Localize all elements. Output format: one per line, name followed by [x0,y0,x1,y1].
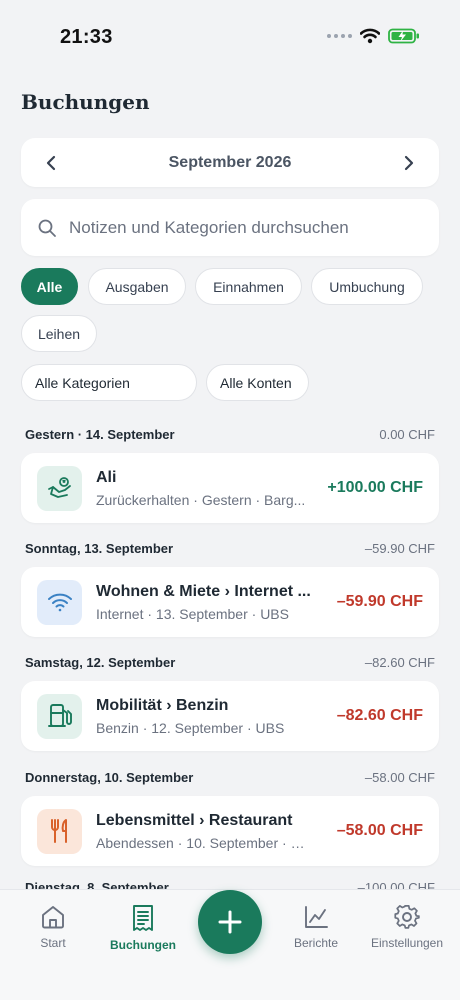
previous-month-button[interactable] [39,151,63,175]
month-label: September 2026 [168,153,292,171]
chart-icon [305,906,328,928]
transaction-amount: –82.60 CHF [336,707,423,724]
transaction-subtitle: Internet · 13. September · UBS [96,605,289,622]
day-label: Gestern · 14. September [25,427,175,442]
tab-label: Berichte [293,936,339,950]
status-bar: 21:33 [0,0,460,76]
transaction-title: Mobilität › Benzin [96,696,229,714]
day-label: Samstag, 12. September [25,655,176,670]
day-total: 0.00 CHF [379,427,435,442]
transaction-amount: –59.90 CHF [336,593,423,610]
page-title: Buchungen [21,90,150,114]
transaction-row[interactable]: Lebensmittel › Restaurant Abendessen · 1… [21,796,439,866]
day-total: –82.60 CHF [364,655,435,670]
status-time: 21:33 [60,26,113,48]
tab-buchungen[interactable]: Buchungen [97,904,189,952]
transaction-subtitle: Abendessen · 10. September · Ba... [96,834,306,851]
plus-icon [218,910,242,934]
add-transaction-button[interactable] [198,890,262,954]
transaction-title: Lebensmittel › Restaurant [96,811,293,829]
transaction-amount: +100.00 CHF [327,479,423,496]
day-total: –59.90 CHF [364,541,435,556]
search-box [21,199,439,256]
filter-chip-ausgaben[interactable]: Ausgaben [88,268,186,305]
account-filter[interactable]: Alle Konten [206,364,309,401]
transaction-row[interactable]: Ali Zurückerhalten · Gestern · Barg... +… [21,453,439,523]
filter-chip-einnahmen[interactable]: Einnahmen [195,268,302,305]
gear-icon [394,904,420,929]
transaction-amount: –58.00 CHF [336,822,423,839]
wifi-status-icon [360,28,380,44]
hand-money-icon [37,465,82,511]
day-header: Samstag, 12. September –82.60 CHF [25,655,435,670]
wifi-icon [37,579,82,625]
transaction-subtitle: Benzin · 12. September · UBS [96,719,285,736]
filter-chip-leihen[interactable]: Leihen [21,315,97,352]
month-navigator: September 2026 [21,138,439,187]
receipt-icon [133,905,153,931]
fork-knife-icon [37,808,82,854]
day-total: –58.00 CHF [364,770,435,785]
day-header: Gestern · 14. September 0.00 CHF [25,427,435,442]
signal-icon [327,34,352,38]
filter-chip-alle[interactable]: Alle [21,268,78,305]
transaction-title: Ali [96,468,117,486]
tab-berichte[interactable]: Berichte [270,904,362,950]
transaction-title: Wohnen & Miete › Internet ... [96,582,311,600]
tab-start[interactable]: Start [7,904,99,950]
search-icon [38,219,56,237]
transaction-row[interactable]: Mobilität › Benzin Benzin · 12. Septembe… [21,681,439,751]
search-input[interactable] [69,217,423,238]
chevron-left-icon [46,155,56,170]
status-icons [327,28,420,44]
day-header: Donnerstag, 10. September –58.00 CHF [25,770,435,785]
transaction-row[interactable]: Wohnen & Miete › Internet ... Internet ·… [21,567,439,637]
tab-label: Buchungen [110,938,176,952]
day-label: Donnerstag, 10. September [25,770,194,785]
next-month-button[interactable] [397,151,421,175]
transaction-subtitle: Zurückerhalten · Gestern · Barg... [96,491,306,508]
tab-einstellungen[interactable]: Einstellungen [361,904,453,950]
category-filter[interactable]: Alle Kategorien [21,364,197,401]
fuel-pump-icon [37,693,82,739]
day-header: Sonntag, 13. September –59.90 CHF [25,541,435,556]
filter-chip-umbuchung[interactable]: Umbuchung [311,268,423,305]
home-icon [42,906,64,929]
tab-label: Start [40,936,66,950]
battery-charging-icon [388,28,419,44]
chevron-right-icon [404,155,414,170]
tab-label: Einstellungen [370,936,444,950]
day-label: Sonntag, 13. September [25,541,174,556]
